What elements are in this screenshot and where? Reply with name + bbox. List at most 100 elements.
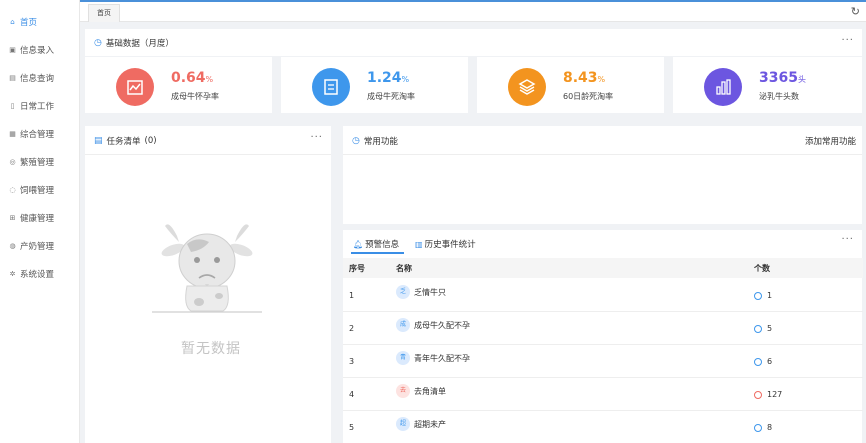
gear-icon: ✲	[9, 270, 16, 278]
add-common-function-link[interactable]: 添加常用功能	[805, 135, 856, 147]
table-row[interactable]: 3 青 青年牛久配不孕 6	[343, 345, 863, 378]
basic-data-title-text: 基础数据（月度）	[105, 39, 174, 49]
row-badge: 乏	[396, 285, 410, 299]
row-name: 乏情牛只	[414, 288, 446, 297]
task-list-card: ▤ 任务清单 (0) ··· 暂无数据	[85, 126, 331, 443]
tab-bar: 首页 ↻	[80, 2, 866, 22]
more-icon[interactable]: ···	[841, 234, 854, 245]
clock-icon	[754, 391, 762, 399]
basic-data-title: ◷ 基础数据（月度）	[94, 37, 174, 49]
row-count: 8	[767, 423, 773, 432]
row-badge: 去	[396, 384, 410, 398]
search-icon: ◌	[9, 186, 16, 194]
sidebar-item-info-query[interactable]: ▤ 信息查询	[0, 64, 79, 92]
stat-label: 成母牛死淘率	[367, 92, 415, 101]
row-index: 1	[349, 291, 355, 300]
sidebar-item-label: 日常工作	[20, 102, 55, 112]
row-badge: 超	[396, 417, 410, 431]
list-icon: ▤	[94, 136, 103, 146]
sidebar-item-label: 产奶管理	[20, 242, 55, 252]
document-icon	[312, 68, 350, 106]
row-name: 成母牛久配不孕	[414, 321, 470, 330]
clock-icon	[754, 325, 762, 333]
table-row[interactable]: 4 去 去角清单 127	[343, 378, 863, 411]
task-list-title-text: 任务清单	[106, 137, 141, 147]
sidebar-item-home[interactable]: ⌂ 首页	[0, 8, 79, 36]
bell-icon: 🔔︎	[353, 239, 364, 249]
sidebar-item-feeding[interactable]: ◌ 饲喂管理	[0, 176, 79, 204]
edit-icon: ▣	[9, 46, 16, 54]
divider	[85, 154, 331, 155]
refresh-icon[interactable]: ↻	[851, 5, 860, 18]
row-count: 1	[767, 291, 773, 300]
more-icon[interactable]: ···	[310, 132, 323, 143]
row-count: 127	[767, 390, 783, 399]
column-header-index: 序号	[349, 264, 365, 273]
row-index: 3	[349, 357, 355, 366]
row-index: 4	[349, 390, 355, 399]
row-name: 超期未产	[414, 420, 446, 429]
row-count: 6	[767, 357, 773, 366]
file-icon: ▯	[10, 102, 15, 110]
more-icon[interactable]: ···	[841, 35, 854, 46]
tab-history-stats-label: 历史事件统计	[424, 240, 476, 250]
grid-icon: ▦	[9, 130, 16, 138]
sidebar-item-general[interactable]: ▦ 综合管理	[0, 120, 79, 148]
stat-card-60day: 8.43% 60日龄死淘率	[477, 57, 664, 113]
tab-warning-info-label: 预警信息	[365, 240, 400, 250]
sidebar-item-label: 信息查询	[20, 74, 55, 84]
column-header-name: 名称	[396, 264, 412, 273]
divider	[343, 154, 862, 155]
tab-home[interactable]: 首页	[88, 4, 120, 22]
sidebar-item-settings[interactable]: ✲ 系统设置	[0, 260, 79, 288]
table-row[interactable]: 1 乏 乏情牛只 1	[343, 279, 863, 312]
stat-value: 8.43%	[563, 70, 606, 86]
row-count: 5	[767, 324, 773, 333]
sidebar-item-label: 饲喂管理	[20, 186, 55, 196]
row-badge: 成	[396, 318, 410, 332]
row-index: 5	[349, 423, 355, 432]
health-icon: ⊞	[9, 214, 16, 222]
row-name: 去角清单	[414, 387, 446, 396]
tab-warning-info[interactable]: 🔔︎ 预警信息	[353, 238, 400, 251]
basic-data-header: ◷ 基础数据（月度） ···	[85, 29, 862, 56]
table-row[interactable]: 5 超 超期未产 8	[343, 411, 863, 443]
row-name: 青年牛久配不孕	[414, 354, 470, 363]
stat-card-pregnancy: 0.64% 成母牛怀孕率	[85, 57, 272, 113]
sidebar-item-daily-work[interactable]: ▯ 日常工作	[0, 92, 79, 120]
sidebar: ⌂ 首页 ▣ 信息录入 ▤ 信息查询 ▯ 日常工作 ▦ 综合管理 ◎ 繁殖管理 …	[0, 0, 80, 443]
sidebar-item-breeding[interactable]: ◎ 繁殖管理	[0, 148, 79, 176]
active-tab-indicator	[351, 252, 404, 254]
sidebar-item-health[interactable]: ⊞ 健康管理	[0, 204, 79, 232]
empty-cow-illustration	[152, 224, 262, 313]
row-badge: 青	[396, 351, 410, 365]
bar-chart-icon: ▥	[415, 239, 423, 249]
sidebar-item-info-entry[interactable]: ▣ 信息录入	[0, 36, 79, 64]
sidebar-item-label: 健康管理	[20, 214, 55, 224]
bar-chart-icon	[704, 68, 742, 106]
stat-value: 1.24%	[367, 70, 410, 86]
chart-icon	[116, 68, 154, 106]
clock-icon	[754, 358, 762, 366]
stat-card-mortality: 1.24% 成母牛死淘率	[281, 57, 468, 113]
clock-icon: ◷	[352, 136, 360, 146]
row-index: 2	[349, 324, 355, 333]
task-list-title: ▤ 任务清单 (0)	[94, 135, 157, 147]
clock-icon: ◷	[94, 38, 102, 48]
column-header-count: 个数	[754, 264, 770, 273]
table-row[interactable]: 2 成 成母牛久配不孕 5	[343, 312, 863, 345]
layers-icon	[508, 68, 546, 106]
common-functions-title-text: 常用功能	[363, 137, 398, 147]
stat-label: 成母牛怀孕率	[171, 92, 219, 101]
stat-label: 60日龄死淘率	[563, 92, 614, 101]
sidebar-item-label: 综合管理	[20, 130, 55, 140]
stat-value: 0.64%	[171, 70, 214, 86]
stat-card-lactating: 3365头 泌乳牛头数	[673, 57, 862, 113]
sidebar-item-milk[interactable]: ◍ 产奶管理	[0, 232, 79, 260]
sidebar-item-label: 系统设置	[20, 270, 55, 280]
sidebar-item-label: 首页	[20, 18, 38, 28]
tab-history-stats[interactable]: ▥ 历史事件统计	[415, 238, 476, 251]
task-count: (0)	[144, 136, 157, 146]
document-icon: ▤	[9, 74, 16, 82]
empty-state-text: 暂无数据	[181, 341, 241, 357]
